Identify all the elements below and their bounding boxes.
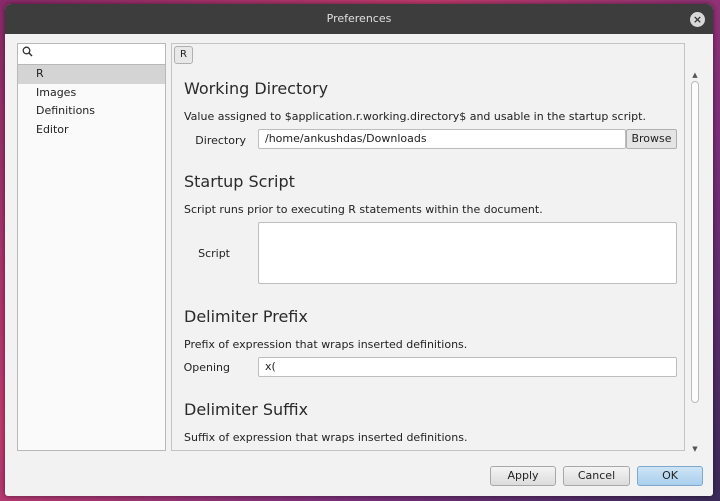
sidebar-item-images[interactable]: Images [18,84,165,103]
settings-content: Working Directory Value assigned to $app… [172,66,680,450]
script-label: Script [198,247,230,260]
opening-field[interactable]: x( [258,357,677,377]
scroll-thumb[interactable] [691,81,699,403]
section-heading-delimiter-suffix: Delimiter Suffix [184,400,309,419]
sidebar-item-r[interactable]: R [18,65,165,84]
sidebar: R Images Definitions Editor [17,43,166,451]
settings-panel: R Working Directory Value assigned to $a… [171,43,699,453]
section-description-startup-script: Script runs prior to executing R stateme… [184,203,543,216]
directory-label: Directory [195,134,246,147]
section-description-working-directory: Value assigned to $application.r.working… [184,110,646,123]
apply-button[interactable]: Apply [490,466,556,486]
scroll-down-icon[interactable]: ▼ [690,444,700,454]
opening-label: Opening [183,361,230,374]
nav-list: R Images Definitions Editor [18,65,165,139]
section-heading-startup-script: Startup Script [184,172,295,191]
search-icon [22,46,33,60]
sidebar-item-editor[interactable]: Editor [18,121,165,140]
breadcrumb[interactable]: R [174,46,193,64]
title-bar[interactable]: Preferences × [5,4,713,34]
script-textarea[interactable] [258,222,677,284]
section-heading-working-directory: Working Directory [184,79,329,98]
section-heading-delimiter-prefix: Delimiter Prefix [184,307,308,326]
section-description-delimiter-prefix: Prefix of expression that wraps inserted… [184,338,468,351]
section-description-delimiter-suffix: Suffix of expression that wraps inserted… [184,431,468,444]
preferences-window: Preferences × R Images Definitions Edito… [5,4,713,496]
cancel-button[interactable]: Cancel [563,466,630,486]
search-box[interactable] [18,44,165,65]
directory-field[interactable]: /home/ankushdas/Downloads [258,129,626,149]
search-input[interactable] [36,46,164,63]
sidebar-item-definitions[interactable]: Definitions [18,102,165,121]
window-title: Preferences [326,12,392,25]
scroll-up-icon[interactable]: ▲ [690,70,700,80]
close-icon: × [692,13,703,26]
close-button[interactable]: × [690,12,705,27]
browse-button[interactable]: Browse [626,129,677,149]
vertical-scrollbar[interactable]: ▲ ▼ [690,70,700,454]
ok-button[interactable]: OK [637,466,703,486]
